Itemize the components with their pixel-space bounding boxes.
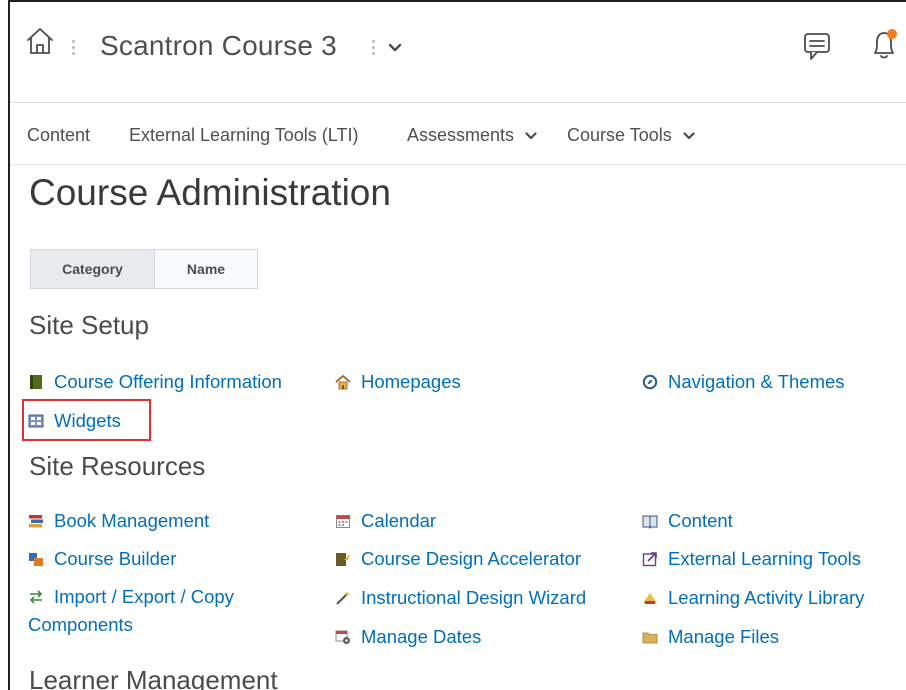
chevron-down-icon[interactable] [388, 43, 402, 53]
tool-label: Calendar [361, 510, 437, 531]
tool-label: Course Design Accelerator [361, 548, 582, 569]
nav-item-course-tools[interactable]: Course Tools [567, 125, 695, 146]
wand-icon [336, 591, 350, 605]
tool-label: Navigation & Themes [668, 371, 845, 392]
tool-manage-files[interactable]: Manage Files [642, 626, 779, 648]
chevron-down-icon [683, 132, 695, 140]
blocks-icon [29, 553, 43, 566]
tool-book-management[interactable]: Book Management [28, 510, 209, 532]
tool-label: External Learning Tools [668, 548, 862, 569]
bell-notification-icon[interactable] [866, 26, 902, 62]
tool-content[interactable]: Content [642, 510, 733, 532]
tool-label: Import / Export / Copy Components [28, 586, 234, 635]
tool-label: Homepages [361, 371, 461, 392]
tool-calendar[interactable]: Calendar [335, 510, 436, 532]
tool-label: Learning Activity Library [668, 587, 865, 608]
toggle-name-button[interactable]: Name [155, 249, 258, 289]
tool-external-learning-tools[interactable]: External Learning Tools [642, 548, 861, 570]
tool-learning-activity-library[interactable]: Learning Activity Library [642, 587, 864, 609]
course-header: Scantron Course 3 [10, 2, 906, 103]
library-icon [643, 593, 657, 604]
tool-label: Book Management [54, 510, 210, 531]
books-icon [29, 515, 43, 528]
tool-course-builder[interactable]: Course Builder [28, 548, 176, 570]
section-title-learner-management: Learner Management [29, 665, 278, 690]
folder-icon [642, 632, 658, 644]
tool-widgets[interactable]: Widgets [28, 410, 121, 432]
tool-label: Content [668, 510, 733, 531]
course-title[interactable]: Scantron Course 3 [100, 30, 337, 62]
tool-manage-dates[interactable]: Manage Dates [335, 626, 481, 648]
tool-label: Manage Dates [361, 626, 482, 647]
breadcrumb-separator [372, 40, 376, 62]
nav-item-label: Content [27, 125, 91, 145]
nav-item-label: Course Tools [567, 125, 672, 145]
open-book-icon [642, 515, 658, 529]
chevron-down-icon [525, 132, 537, 140]
tool-label: Widgets [54, 410, 121, 431]
tool-import-export-copy-components[interactable]: Import / Export / Copy Components [28, 583, 318, 639]
course-navbar: Content External Learning Tools (LTI) As… [10, 102, 906, 165]
breadcrumb-separator [72, 40, 76, 62]
page-title: Course Administration [29, 172, 391, 213]
home-icon[interactable] [25, 26, 55, 56]
calendar-icon [336, 515, 350, 528]
external-tool-icon [642, 552, 657, 567]
arrows-icon [29, 590, 43, 604]
tool-label: Instructional Design Wizard [361, 587, 587, 608]
app-frame: Scantron Course 3 Content External Learn… [8, 0, 906, 690]
widget-grid-icon [28, 414, 44, 428]
tool-instructional-design-wizard[interactable]: Instructional Design Wizard [335, 587, 586, 609]
dates-gear-icon [335, 630, 350, 644]
tool-label: Course Builder [54, 548, 177, 569]
nav-item-external-learning-tools[interactable]: External Learning Tools (LTI) [129, 125, 358, 146]
tool-label: Course Offering Information [54, 371, 282, 392]
section-title-site-setup: Site Setup [29, 310, 149, 340]
book-icon [30, 375, 42, 389]
compass-icon [642, 374, 658, 390]
tool-course-design-accelerator[interactable]: Course Design Accelerator [335, 548, 581, 570]
nav-item-assessments[interactable]: Assessments [407, 125, 537, 146]
nav-item-label: Assessments [407, 125, 515, 145]
tool-course-offering-information[interactable]: Course Offering Information [28, 371, 282, 393]
section-title-site-resources: Site Resources [29, 451, 206, 481]
view-toggle: Category Name [30, 249, 258, 291]
notification-dot [887, 29, 897, 39]
nav-item-content[interactable]: Content [27, 125, 90, 146]
toggle-category-button[interactable]: Category [30, 249, 155, 289]
tool-label: Manage Files [668, 626, 780, 647]
message-alerts-icon[interactable] [802, 30, 832, 62]
nav-item-label: External Learning Tools (LTI) [129, 125, 359, 145]
tool-homepages[interactable]: Homepages [335, 371, 461, 393]
house-icon [335, 374, 351, 390]
tool-navigation-themes[interactable]: Navigation & Themes [642, 371, 845, 393]
accelerator-icon [336, 553, 350, 566]
